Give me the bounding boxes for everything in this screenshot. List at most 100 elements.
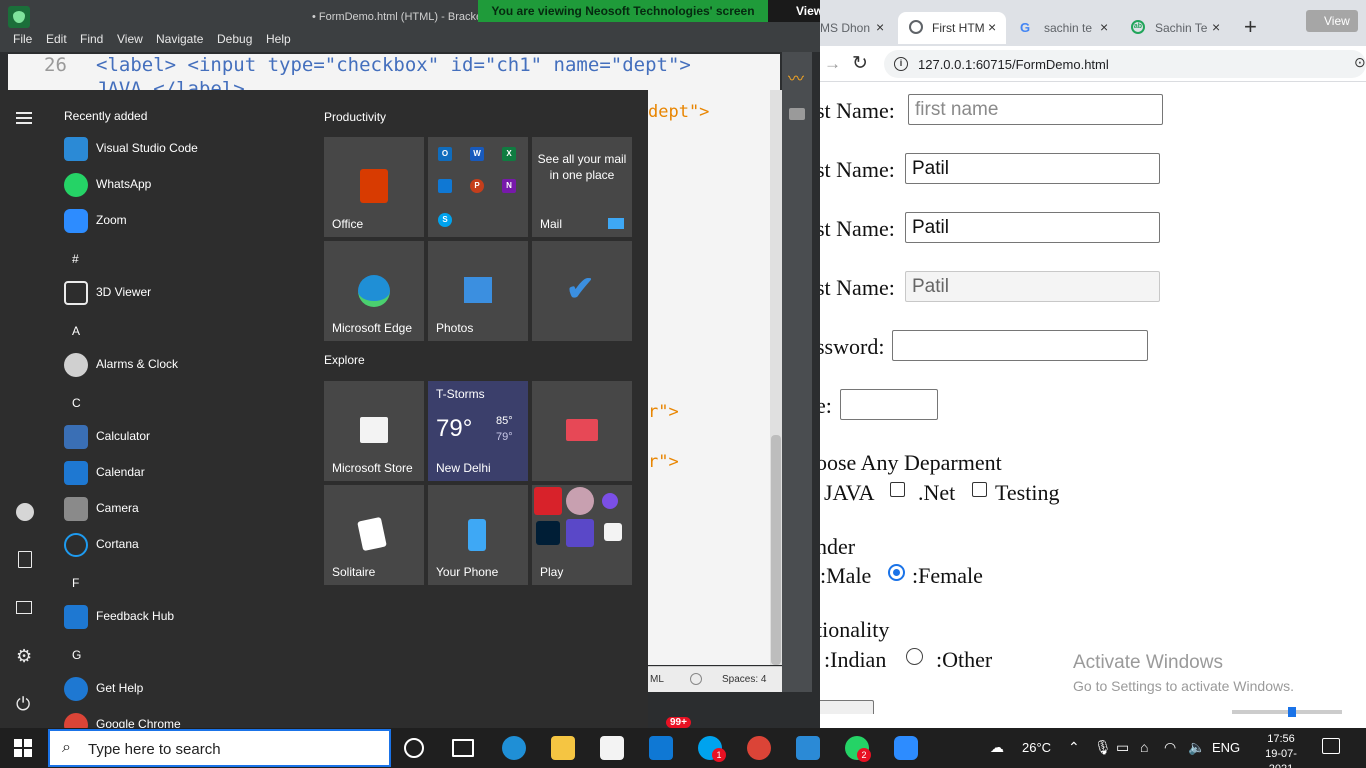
password-input[interactable] (892, 330, 1148, 361)
forward-arrow-icon[interactable]: → (824, 54, 841, 74)
app-whatsapp[interactable]: WhatsApp (64, 171, 304, 199)
tab-sachin-wiki[interactable]: ab Sachin Te × (1130, 12, 1234, 44)
app-zoom[interactable]: Zoom (64, 207, 304, 235)
code-editor-visible-area[interactable]: dept"> r"> r"> (648, 90, 780, 665)
task-view-icon[interactable] (452, 739, 474, 757)
wifi-icon[interactable]: ◠ (1164, 739, 1176, 756)
vscode-icon[interactable] (796, 736, 820, 760)
search-input[interactable] (88, 739, 378, 759)
app-google-chrome[interactable]: Google Chrome (64, 711, 304, 728)
tile-microsoft-store[interactable]: Microsoft Store (324, 381, 424, 481)
tile-weather[interactable]: T-Storms 79° 85° 79° New Delhi (428, 381, 528, 481)
editor-scrollbar[interactable] (770, 90, 782, 665)
app-feedback-hub[interactable]: Feedback Hub (64, 603, 304, 631)
cortana-icon[interactable] (404, 738, 424, 758)
reload-icon[interactable]: ↻ (852, 52, 868, 75)
section-letter[interactable]: C (72, 396, 81, 410)
menu-debug[interactable]: Debug (217, 32, 252, 46)
tab-ms-dhoni[interactable]: MS Dhon × (820, 12, 896, 44)
dept-testing-checkbox[interactable] (972, 482, 987, 497)
menu-view[interactable]: View (117, 32, 143, 46)
editor-scroll-thumb[interactable] (771, 435, 781, 665)
section-letter[interactable]: # (72, 252, 79, 266)
clock[interactable]: 17:56 19-07-2021 (1256, 732, 1306, 768)
menu-find[interactable]: Find (80, 32, 103, 46)
chrome-icon[interactable] (747, 736, 771, 760)
first-name-input[interactable]: first name (908, 94, 1163, 125)
code-editor[interactable]: 26 <label> <input type="checkbox" id="ch… (8, 54, 780, 90)
menu-navigate[interactable]: Navigate (156, 32, 203, 46)
new-tab-button[interactable]: + (1244, 16, 1257, 38)
app-3d-viewer[interactable]: 3D Viewer (64, 279, 304, 307)
tile-play[interactable]: Play (532, 485, 632, 585)
taskbar-search-box[interactable]: ⌕ (48, 729, 391, 767)
view-button[interactable]: View (1306, 10, 1358, 32)
chevron-up-icon[interactable]: ⌃ (1068, 739, 1080, 756)
tile-photos[interactable]: Photos (428, 241, 528, 341)
documents-icon[interactable] (18, 551, 32, 568)
section-letter[interactable]: A (72, 324, 80, 338)
key-icon[interactable]: ⊙ (1354, 54, 1366, 71)
store-icon[interactable] (600, 736, 624, 760)
tile-news[interactable] (532, 381, 632, 481)
status-language[interactable]: ML (650, 674, 664, 685)
extension-manager-icon[interactable] (789, 108, 805, 120)
network-icon[interactable]: ⌂ (1140, 739, 1148, 755)
section-letter[interactable]: F (72, 576, 79, 590)
menu-edit[interactable]: Edit (46, 32, 67, 46)
gender-female-radio[interactable] (888, 564, 905, 581)
section-letter[interactable]: G (72, 648, 81, 662)
tile-solitaire[interactable]: Solitaire (324, 485, 424, 585)
close-icon[interactable]: × (988, 19, 996, 35)
last-name-readonly-input[interactable]: Patil (905, 271, 1160, 302)
hamburger-menu-icon[interactable] (16, 112, 34, 130)
zoom-slider-thumb[interactable] (1288, 707, 1296, 717)
tile-office[interactable]: Office (324, 137, 424, 237)
volume-icon[interactable]: 🔈 (1188, 739, 1205, 756)
weather-cloud-icon[interactable]: ☁ (990, 739, 1004, 756)
zoom-icon[interactable] (894, 736, 918, 760)
app-calendar[interactable]: Calendar (64, 459, 304, 487)
app-get-help[interactable]: Get Help (64, 675, 304, 703)
close-icon[interactable]: × (876, 19, 884, 35)
age-input[interactable] (840, 389, 938, 420)
linter-status-icon[interactable] (690, 673, 702, 685)
battery-icon[interactable]: ▭ (1116, 739, 1129, 756)
pictures-icon[interactable] (16, 601, 32, 614)
live-preview-icon[interactable]: 〰 (788, 72, 806, 88)
tile-mail[interactable]: See all your mail in one place Mail (532, 137, 632, 237)
microphone-icon[interactable]: 🎙 (1094, 739, 1112, 756)
app-alarms-clock[interactable]: Alarms & Clock (64, 351, 304, 379)
url-text[interactable]: 127.0.0.1:60715/FormDemo.html (918, 57, 1109, 72)
app-visual-studio-code[interactable]: Visual Studio Code (64, 135, 304, 163)
file-explorer-icon[interactable] (551, 736, 575, 760)
info-icon[interactable]: i (894, 57, 908, 71)
zoom-slider[interactable] (1232, 707, 1342, 717)
status-spaces[interactable]: Spaces: 4 (722, 674, 766, 685)
menu-file[interactable]: File (13, 32, 32, 46)
windows-start-icon[interactable] (14, 739, 32, 757)
address-bar[interactable]: i 127.0.0.1:60715/FormDemo.html ⊙ (884, 50, 1366, 78)
app-calculator[interactable]: Calculator (64, 423, 304, 451)
menu-help[interactable]: Help (266, 32, 291, 46)
power-icon[interactable]: ⏻ (16, 695, 34, 713)
tab-first-html[interactable]: First HTM × (898, 12, 1006, 44)
edge-icon[interactable] (502, 736, 526, 760)
last-name-input[interactable]: Patil (905, 153, 1160, 184)
last-name-input[interactable]: Patil (905, 212, 1160, 243)
tile-office-apps[interactable]: O W X P N S (428, 137, 528, 237)
tile-todo[interactable]: ✔ (532, 241, 632, 341)
tile-your-phone[interactable]: Your Phone (428, 485, 528, 585)
submit-button[interactable] (820, 700, 874, 714)
language-indicator[interactable]: ENG (1212, 740, 1240, 755)
nat-other-radio[interactable] (906, 648, 923, 665)
action-center-icon[interactable] (1322, 738, 1340, 754)
settings-gear-icon[interactable]: ⚙ (16, 647, 34, 665)
tab-sachin-google[interactable]: G sachin te × (1018, 12, 1126, 44)
app-cortana[interactable]: Cortana (64, 531, 304, 559)
mail-icon[interactable] (649, 736, 673, 760)
app-camera[interactable]: Camera (64, 495, 304, 523)
weather-temp[interactable]: 26°C (1022, 740, 1051, 755)
tile-microsoft-edge[interactable]: Microsoft Edge (324, 241, 424, 341)
user-avatar-icon[interactable] (16, 503, 34, 521)
